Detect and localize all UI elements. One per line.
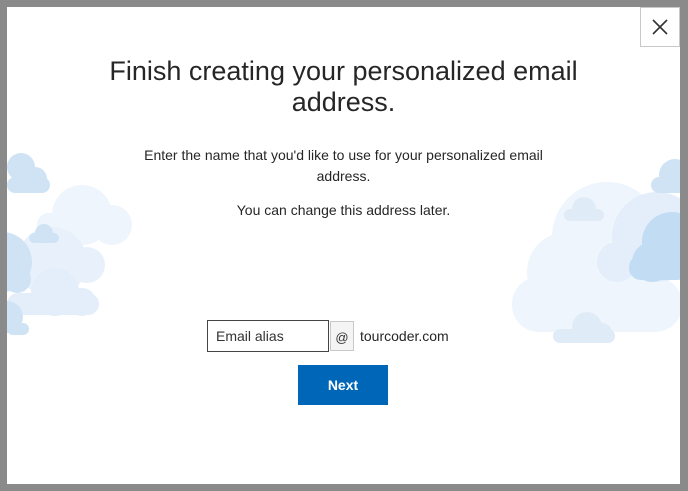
left-cloud-cluster [7,153,132,335]
email-alias-row: @ tourcoder.com [207,320,449,352]
next-button[interactable]: Next [298,365,388,405]
email-setup-dialog: Finish creating your personalized email … [7,7,680,484]
page-title: Finish creating your personalized email … [109,56,578,117]
email-alias-input[interactable] [207,320,329,352]
instruction-text: Enter the name that you'd like to use fo… [144,147,543,184]
close-icon [652,19,668,35]
at-symbol: @ [330,321,354,351]
close-button[interactable] [640,7,680,47]
change-later-note: You can change this address later. [236,202,451,218]
domain-label: tourcoder.com [360,328,449,344]
